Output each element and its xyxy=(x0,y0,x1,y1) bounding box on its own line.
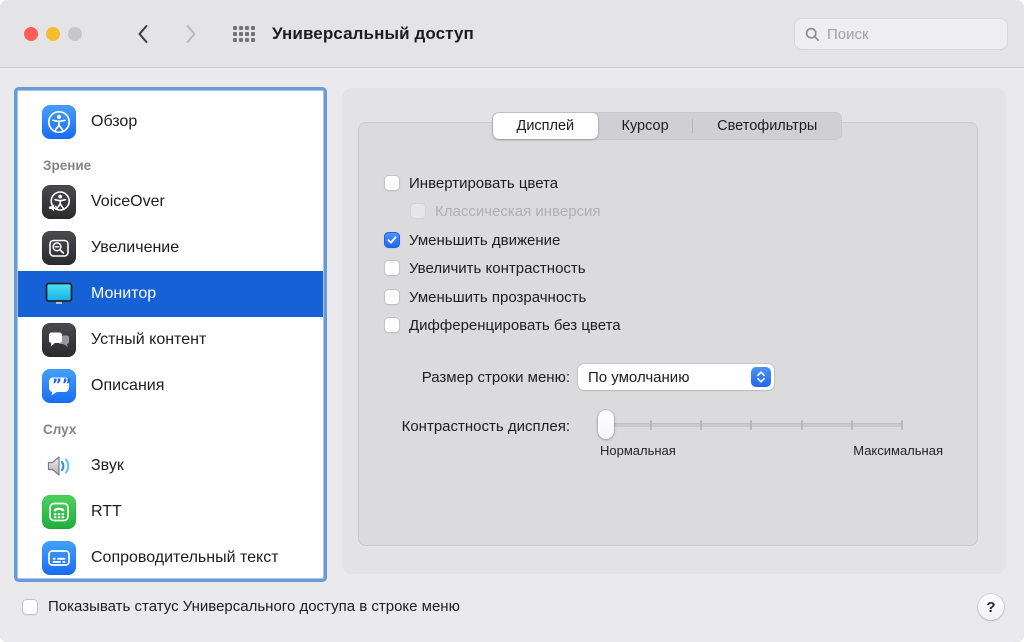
speaker-sound-icon xyxy=(42,449,76,483)
sidebar-item-voiceover[interactable]: VoiceOver xyxy=(18,179,323,225)
sidebar-item-label: Увеличение xyxy=(91,239,179,257)
sidebar-item-label: Описания xyxy=(91,377,164,395)
sidebar-section-vision: Зрение xyxy=(18,145,323,179)
zoom-button-disabled xyxy=(68,27,82,41)
chevron-up-down-icon xyxy=(751,367,771,387)
tab-color-filters[interactable]: Светофильтры xyxy=(693,113,841,139)
search-placeholder: Поиск xyxy=(827,26,869,43)
slider-tick xyxy=(750,420,752,430)
toolbar: Универсальный доступ Поиск xyxy=(0,0,1024,68)
svg-text:””: ”” xyxy=(52,376,72,394)
slider-tick xyxy=(801,420,803,430)
sidebar-item-audio[interactable]: Звук xyxy=(18,443,323,489)
checkbox-row-invert-colors[interactable]: Инвертировать цвета xyxy=(384,169,558,197)
sidebar-item-label: Монитор xyxy=(91,285,156,303)
help-button[interactable]: ? xyxy=(978,594,1004,620)
checkbox-label: Уменьшить прозрачность xyxy=(409,289,586,306)
checkbox-row-differentiate-without-color[interactable]: Дифференцировать без цвета xyxy=(384,311,621,339)
checkbox[interactable] xyxy=(384,317,400,333)
sidebar-item-rtt[interactable]: RTT xyxy=(18,489,323,535)
sidebar-item-label: Звук xyxy=(91,457,124,475)
sidebar-item-display[interactable]: Монитор xyxy=(18,271,323,317)
descriptions-icon: ”” xyxy=(42,369,76,403)
sidebar-item-spoken-content[interactable]: Устный контент xyxy=(18,317,323,363)
forward-button[interactable] xyxy=(179,22,203,46)
sidebar-item-overview[interactable]: Обзор xyxy=(18,99,323,145)
sidebar-item-captions[interactable]: Сопроводительный текст xyxy=(18,535,323,579)
checkmark-icon xyxy=(386,234,398,246)
menubar-size-select[interactable]: По умолчанию xyxy=(578,364,774,390)
checkbox[interactable] xyxy=(22,599,38,615)
captions-icon xyxy=(42,541,76,575)
checkbox-label: Инвертировать цвета xyxy=(409,175,558,192)
back-button[interactable] xyxy=(131,22,155,46)
help-question-icon: ? xyxy=(986,599,995,616)
show-accessibility-status-checkbox-row[interactable]: Показывать статус Универсального доступа… xyxy=(22,598,460,615)
system-preferences-window: Универсальный доступ Поиск Дисплей Курсо… xyxy=(0,0,1024,642)
sidebar-item-label: RTT xyxy=(91,503,122,521)
accessibility-overview-icon xyxy=(42,105,76,139)
close-button[interactable] xyxy=(24,27,38,41)
zoom-icon xyxy=(42,231,76,265)
checkbox-label: Дифференцировать без цвета xyxy=(409,317,621,334)
sidebar-item-label: Обзор xyxy=(91,113,137,131)
checkbox[interactable] xyxy=(384,289,400,305)
chevron-left-icon xyxy=(134,23,152,45)
window-title: Универсальный доступ xyxy=(272,24,474,44)
display-tab-bar: Дисплей Курсор Светофильтры xyxy=(492,112,842,140)
display-monitor-icon xyxy=(42,277,76,311)
show-all-grid-icon[interactable] xyxy=(233,26,256,48)
search-icon xyxy=(805,27,820,42)
checkbox-label: Уменьшить движение xyxy=(409,232,560,249)
sidebar-item-label: Сопроводительный текст xyxy=(91,549,279,567)
tab-label: Дисплей xyxy=(517,118,575,134)
checkbox[interactable] xyxy=(384,260,400,276)
slider-tick xyxy=(901,420,903,430)
checkbox-row-reduce-transparency[interactable]: Уменьшить прозрачность xyxy=(384,283,586,311)
slider-tick xyxy=(650,420,652,430)
search-input[interactable]: Поиск xyxy=(794,18,1008,50)
tab-label: Курсор xyxy=(622,118,669,134)
checkbox-label: Показывать статус Универсального доступа… xyxy=(48,598,460,615)
checkbox xyxy=(410,203,426,219)
checkbox[interactable] xyxy=(384,232,400,248)
slider-tick xyxy=(700,420,702,430)
minimize-button[interactable] xyxy=(46,27,60,41)
sidebar-item-label: VoiceOver xyxy=(91,193,165,211)
checkbox-label: Увеличить контрастность xyxy=(409,260,586,277)
sidebar-section-hearing: Слух xyxy=(18,409,323,443)
rtt-phone-icon xyxy=(42,495,76,529)
sidebar-item-zoom[interactable]: Увеличение xyxy=(18,225,323,271)
spoken-content-icon xyxy=(42,323,76,357)
checkbox-row-classic-invert: Классическая инверсия xyxy=(410,197,601,225)
tab-display[interactable]: Дисплей xyxy=(493,113,598,139)
sidebar: Обзор Зрение VoiceOver xyxy=(17,90,324,579)
tab-label: Светофильтры xyxy=(717,118,817,134)
slider-tick xyxy=(851,420,853,430)
checkbox[interactable] xyxy=(384,175,400,191)
slider-thumb[interactable] xyxy=(598,410,614,439)
display-contrast-label: Контрастность дисплея: xyxy=(340,418,570,435)
voiceover-icon xyxy=(42,185,76,219)
display-contrast-slider[interactable] xyxy=(600,410,903,440)
sidebar-item-label: Устный контент xyxy=(91,331,206,349)
checkbox-row-reduce-motion[interactable]: Уменьшить движение xyxy=(384,226,560,254)
slider-max-label: Максимальная xyxy=(700,443,943,458)
checkbox-row-increase-contrast[interactable]: Увеличить контрастность xyxy=(384,254,586,282)
checkbox-label: Классическая инверсия xyxy=(435,203,601,220)
menubar-size-label: Размер строки меню: xyxy=(340,369,570,386)
tab-cursor[interactable]: Курсор xyxy=(598,113,693,139)
sidebar-item-descriptions[interactable]: ”” Описания xyxy=(18,363,323,409)
slider-min-label: Нормальная xyxy=(600,443,676,458)
selected-option: По умолчанию xyxy=(588,369,751,386)
chevron-right-icon xyxy=(182,23,200,45)
